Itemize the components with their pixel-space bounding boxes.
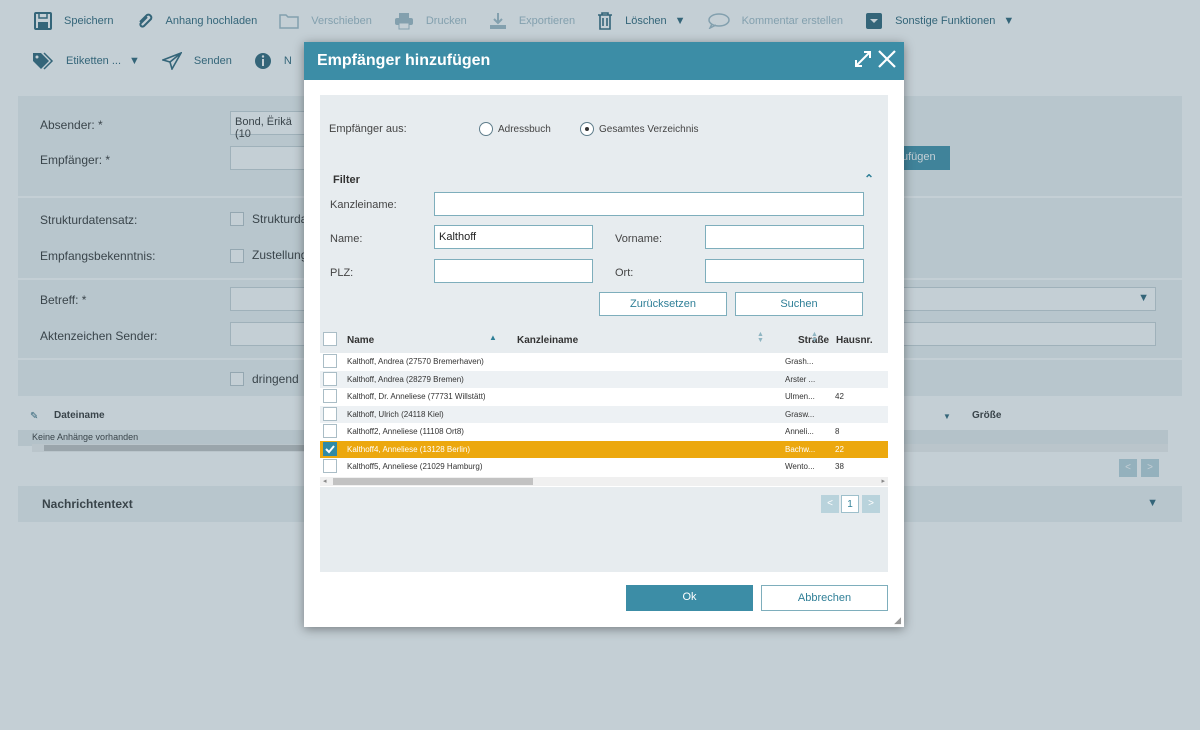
filter-panel: Filter ⌃ Kanzleiname: Name: Vorname: PLZ…	[320, 166, 888, 316]
filter-title: Filter	[333, 174, 360, 186]
row-checkbox[interactable]	[323, 424, 337, 438]
close-icon[interactable]	[876, 48, 898, 70]
sort-both-icon: ▲ ▼	[811, 331, 818, 344]
radio-addressbook[interactable]	[479, 122, 493, 136]
table-header: Name ▲ Kanzleiname ▲ ▼ Straße ▲ ▼ Hausnr.	[320, 326, 888, 353]
column-house-number[interactable]: Hausnr.	[836, 335, 873, 346]
collapse-chevron-icon[interactable]: ⌃	[864, 172, 874, 186]
table-cell-house-number: 8	[835, 427, 840, 436]
table-row[interactable]: Kalthoff, Andrea (27570 Bremerhaven) Gras…	[320, 353, 888, 370]
results-table: Name ▲ Kanzleiname ▲ ▼ Straße ▲ ▼ Hausnr. …	[320, 326, 888, 572]
row-checkbox[interactable]	[323, 406, 337, 421]
row-checkbox[interactable]	[323, 389, 337, 403]
zip-label: PLZ:	[330, 267, 354, 279]
firm-name-input[interactable]	[434, 192, 864, 216]
checkmark-icon	[325, 444, 335, 453]
table-cell-name: Kalthoff2, Anneliese (11108 Ort8)	[347, 427, 464, 436]
firstname-label: Vorname:	[615, 233, 663, 245]
table-cell-name: Kalthoff, Dr. Anneliese (77731 Willstätt…	[347, 392, 486, 401]
firstname-input[interactable]	[705, 225, 864, 249]
table-cell-street: Anneli...	[785, 427, 814, 436]
table-cell-street: Grash...	[785, 357, 814, 366]
scrollbar-thumb[interactable]	[333, 478, 533, 485]
table-cell-street: Wento...	[785, 462, 815, 471]
row-checkbox[interactable]	[323, 354, 337, 368]
table-cell-house-number: 42	[835, 392, 844, 401]
table-row[interactable]: Kalthoff, Dr. Anneliese (77731 Willstätt…	[320, 388, 888, 405]
dialog-header: Empfänger hinzufügen	[304, 42, 904, 80]
table-row[interactable]: Kalthoff2, Anneliese (11108 Ort8) Anneli.…	[320, 423, 888, 440]
table-cell-street: Ulmen...	[785, 392, 815, 401]
source-label: Empfänger aus:	[329, 123, 407, 135]
firm-name-label: Kanzleiname:	[330, 199, 397, 211]
zip-input[interactable]	[434, 259, 593, 283]
source-selector: Empfänger aus: Adressbuch Gesamtes Verze…	[320, 95, 888, 163]
dialog-title: Empfänger hinzufügen	[317, 52, 491, 69]
sort-up-icon: ▲	[489, 333, 497, 342]
table-cell-name: Kalthoff, Ulrich (24118 Kiel)	[347, 409, 444, 419]
resize-grip-icon[interactable]: ◢	[894, 615, 901, 626]
add-recipient-dialog: Empfänger hinzufügen Empfänger aus: Adre…	[304, 42, 904, 627]
table-row[interactable]: Kalthoff4, Anneliese (13128 Berlin) Bachw…	[320, 440, 888, 458]
pagination: < 1 >	[320, 487, 888, 572]
dialog-body: Empfänger aus: Adressbuch Gesamtes Verze…	[320, 95, 888, 572]
table-cell-street: Bachw...	[785, 444, 816, 454]
row-checkbox[interactable]	[323, 371, 337, 386]
column-name[interactable]: Name	[347, 335, 374, 346]
expand-icon[interactable]	[852, 48, 874, 70]
radio-addressbook-label: Adressbuch	[498, 124, 551, 135]
table-cell-name: Kalthoff, Andrea (27570 Bremerhaven)	[347, 357, 484, 366]
search-button[interactable]: Suchen	[735, 292, 863, 316]
table-row[interactable]: Kalthoff, Ulrich (24118 Kiel) Grasw...	[320, 405, 888, 423]
table-cell-house-number: 38	[835, 462, 844, 471]
row-checkbox[interactable]	[323, 441, 337, 456]
page-number[interactable]: 1	[841, 495, 859, 513]
table-cell-name: Kalthoff4, Anneliese (13128 Berlin)	[347, 444, 471, 454]
select-all-checkbox[interactable]	[323, 332, 337, 346]
column-firm-name[interactable]: Kanzleiname	[517, 335, 578, 346]
radio-full-directory-label: Gesamtes Verzeichnis	[599, 124, 699, 135]
scroll-left-icon[interactable]: ◂	[323, 477, 327, 485]
ok-button[interactable]: Ok	[626, 585, 753, 611]
table-cell-street: Grasw...	[785, 409, 815, 419]
name-label: Name:	[330, 233, 363, 245]
row-checkbox[interactable]	[323, 459, 337, 473]
radio-full-directory[interactable]	[580, 122, 594, 136]
reset-button[interactable]: Zurücksetzen	[599, 292, 727, 316]
cancel-button[interactable]: Abbrechen	[761, 585, 888, 611]
scroll-right-icon[interactable]: ▸	[881, 477, 885, 485]
table-cell-house-number: 22	[835, 444, 844, 454]
city-label: Ort:	[615, 267, 634, 279]
table-scrollbar[interactable]: ◂ ▸	[320, 477, 888, 486]
city-input[interactable]	[705, 259, 864, 283]
sort-both-icon: ▲ ▼	[757, 331, 764, 344]
table-row[interactable]: Kalthoff5, Anneliese (21029 Hamburg) Went…	[320, 458, 888, 475]
name-input[interactable]	[434, 225, 593, 249]
table-row[interactable]: Kalthoff, Andrea (28279 Bremen) Arster ..…	[320, 370, 888, 388]
table-cell-street: Arster ...	[785, 374, 816, 384]
table-cell-name: Kalthoff5, Anneliese (21029 Hamburg)	[347, 462, 483, 471]
next-page-button[interactable]: >	[862, 495, 880, 513]
table-cell-name: Kalthoff, Andrea (28279 Bremen)	[347, 374, 464, 384]
prev-page-button[interactable]: <	[821, 495, 839, 513]
